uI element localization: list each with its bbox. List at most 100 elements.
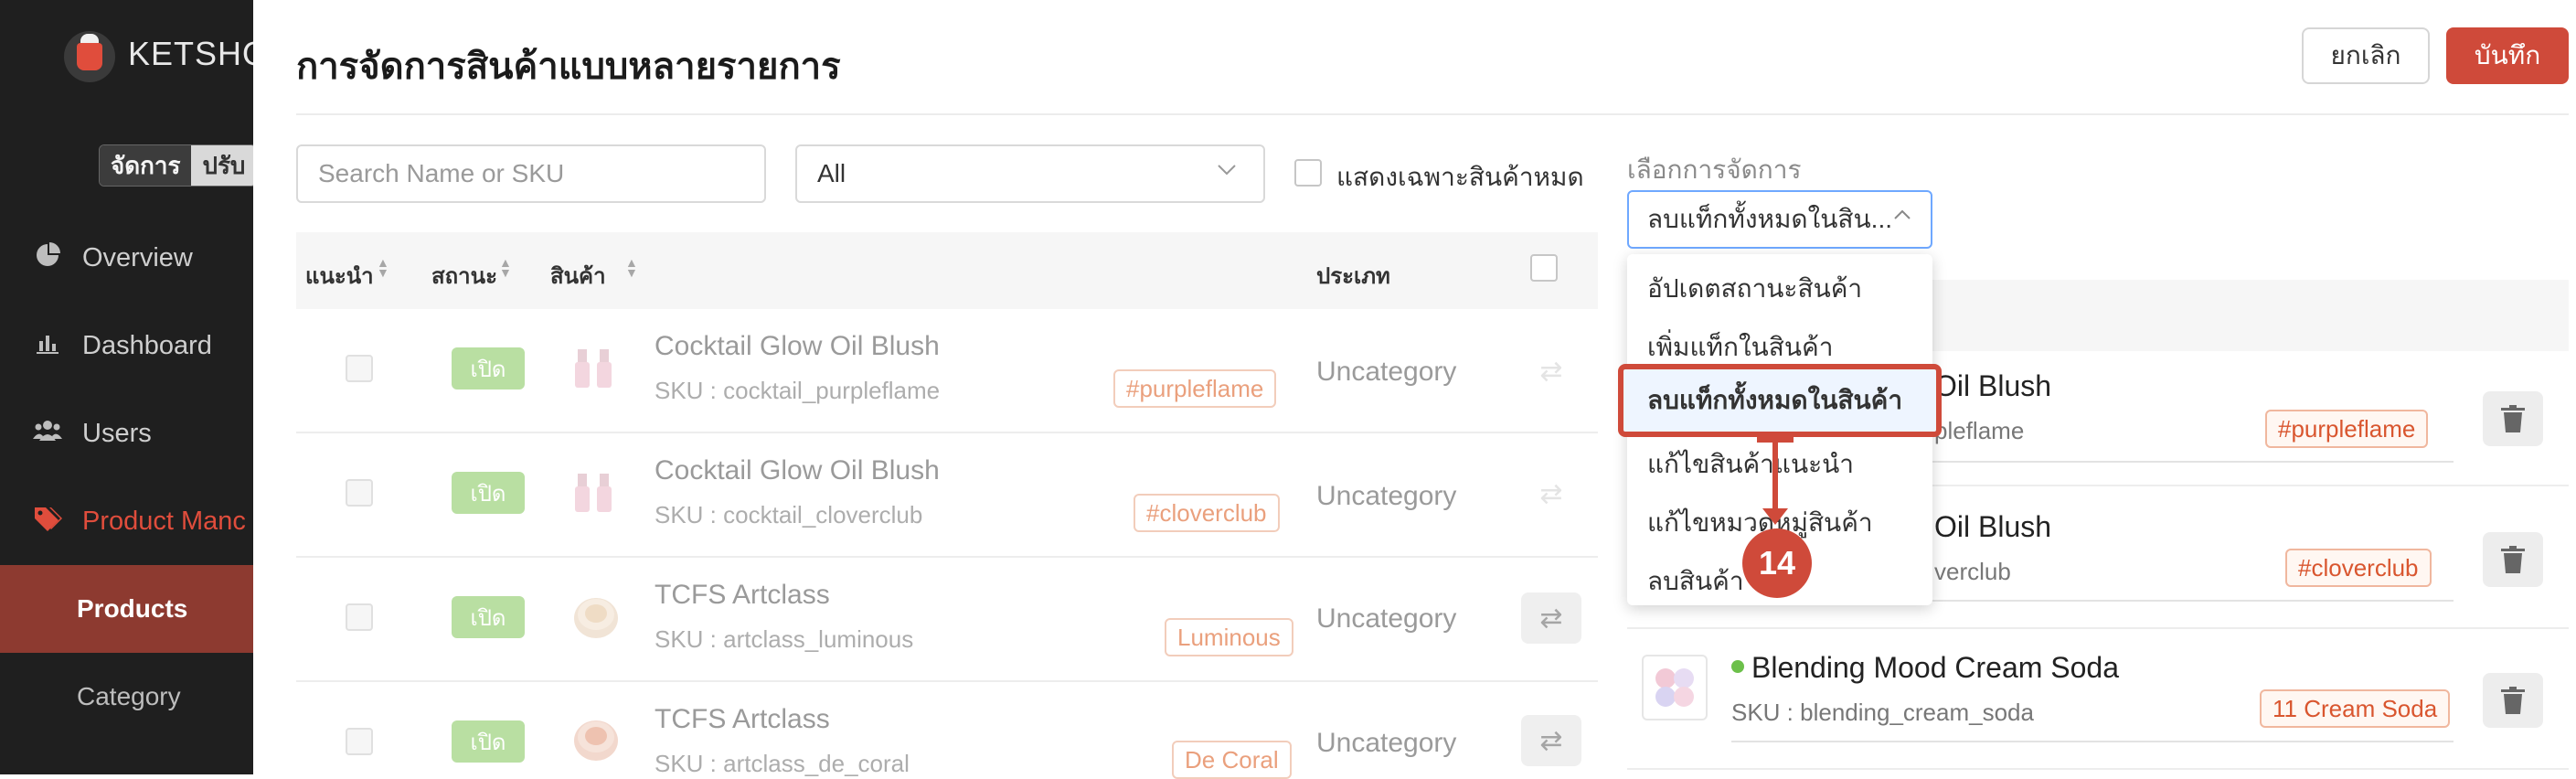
tag-icon bbox=[33, 506, 62, 538]
sidebar-item-users[interactable]: Users bbox=[0, 397, 253, 470]
selected-item-name: Oil Blush bbox=[1934, 369, 2052, 402]
swap-icon[interactable]: ⇄ bbox=[1521, 346, 1581, 397]
product-tag: Luminous bbox=[1165, 618, 1293, 656]
sidebar-subitem-products[interactable]: Products bbox=[0, 565, 253, 653]
sidebar-subitem-category[interactable]: Category bbox=[0, 653, 253, 741]
in-stock-dot-icon bbox=[1731, 660, 1744, 673]
selected-item-name: Oil Blush bbox=[1934, 510, 2052, 543]
selected-item-tag: #cloverclub bbox=[2285, 549, 2432, 587]
product-thumbnail bbox=[567, 710, 625, 768]
sidebar-item-dashboard[interactable]: Dashboard bbox=[0, 309, 253, 382]
chevron-down-icon bbox=[1216, 157, 1238, 187]
action-select[interactable]: ลบแท็กทั้งหมดในสิน... bbox=[1627, 190, 1932, 249]
swap-icon[interactable]: ⇄ bbox=[1521, 468, 1581, 519]
status-badge[interactable]: เปิด bbox=[452, 720, 525, 763]
step-number-badge: 14 bbox=[1742, 528, 1812, 598]
product-name: Cocktail Glow Oil Blush bbox=[655, 331, 940, 361]
out-of-stock-checkbox[interactable] bbox=[1294, 159, 1322, 187]
trash-icon[interactable] bbox=[2483, 673, 2543, 728]
recommend-checkbox[interactable] bbox=[346, 355, 373, 382]
selected-item-sku: pleflame bbox=[1934, 417, 2025, 444]
product-type: Uncategory bbox=[1316, 603, 1457, 634]
sidebar-item-product-management[interactable]: Product Manc bbox=[0, 485, 253, 558]
product-tag: #purpleflame bbox=[1113, 369, 1277, 408]
column-header-recommended[interactable]: แนะนำ bbox=[305, 258, 374, 293]
option-delete-product[interactable]: ลบสินค้า bbox=[1647, 561, 1744, 602]
selected-item-sku: SKU : blending_cream_soda bbox=[1731, 699, 2034, 726]
product-sku: SKU : cocktail_purpleflame bbox=[655, 377, 941, 404]
selected-item-name: Blending Mood Cream Soda bbox=[1751, 651, 2120, 684]
sort-icon[interactable]: ▲ ▼ bbox=[499, 256, 512, 279]
option-add-tag[interactable]: เพิ่มแท็กในสินค้า bbox=[1647, 327, 1833, 368]
recommend-checkbox[interactable] bbox=[346, 479, 373, 507]
search-input[interactable]: Search Name or SKU bbox=[296, 144, 766, 203]
sort-icon[interactable]: ▲ ▼ bbox=[377, 256, 389, 279]
product-type: Uncategory bbox=[1316, 481, 1457, 511]
product-sku: SKU : artclass_de_coral bbox=[655, 750, 910, 777]
option-remove-all-tags[interactable]: ลบแท็กทั้งหมดในสินค้า bbox=[1618, 364, 1942, 437]
sidebar-item-overview[interactable]: Overview bbox=[0, 221, 253, 294]
recommend-checkbox[interactable] bbox=[346, 603, 373, 631]
status-badge[interactable]: เปิด bbox=[452, 347, 525, 390]
row-divider bbox=[1627, 768, 2569, 770]
swap-icon[interactable]: ⇄ bbox=[1521, 592, 1581, 644]
product-type: Uncategory bbox=[1316, 357, 1457, 387]
save-button[interactable]: บันทึก bbox=[2446, 27, 2569, 84]
product-tag: #cloverclub bbox=[1134, 494, 1280, 532]
sidebar-item-label: Product Manc bbox=[82, 506, 246, 536]
selected-item-sku: verclub bbox=[1934, 558, 2011, 585]
row-divider bbox=[1627, 627, 2569, 629]
swap-icon[interactable]: ⇄ bbox=[1521, 715, 1581, 766]
status-badge[interactable]: เปิด bbox=[452, 472, 525, 514]
product-sku: SKU : artclass_luminous bbox=[655, 625, 914, 653]
out-of-stock-label: แสดงเฉพาะสินค้าหมด bbox=[1336, 163, 1584, 191]
cancel-button[interactable]: ยกเลิก bbox=[2302, 27, 2430, 84]
product-thumbnail bbox=[567, 587, 625, 646]
brand-name: KETSHO bbox=[128, 35, 253, 72]
sidebar-item-label: Overview bbox=[82, 242, 193, 272]
mode-adjust-button[interactable]: ปรับ bbox=[191, 145, 253, 186]
product-name: TCFS Artclass bbox=[655, 704, 830, 734]
product-tag: De Coral bbox=[1172, 741, 1292, 779]
row-divider bbox=[296, 556, 1598, 558]
product-type: Uncategory bbox=[1316, 728, 1457, 758]
product-name: TCFS Artclass bbox=[655, 580, 830, 610]
trash-icon[interactable] bbox=[2483, 391, 2543, 446]
mode-manage-button[interactable]: จัดการ bbox=[100, 145, 192, 186]
header-divider bbox=[296, 113, 2569, 115]
row-divider bbox=[296, 680, 1598, 682]
product-thumbnail bbox=[567, 340, 625, 399]
product-thumbnail bbox=[567, 464, 625, 523]
sidebar: KETSHO จัดการ ปรับ Overview Dashboard Us… bbox=[0, 0, 253, 774]
select-all-checkbox[interactable] bbox=[1530, 254, 1558, 282]
annotation-arrow-head bbox=[1762, 508, 1788, 525]
selected-item-tag: #purpleflame bbox=[2265, 410, 2429, 448]
users-icon bbox=[33, 419, 62, 449]
recommend-checkbox[interactable] bbox=[346, 728, 373, 755]
trash-icon[interactable] bbox=[2483, 532, 2543, 587]
annotation-arrow bbox=[1772, 437, 1778, 518]
product-sku: SKU : cocktail_cloverclub bbox=[655, 501, 923, 528]
product-thumbnail bbox=[1642, 655, 1708, 720]
sidebar-item-label: Dashboard bbox=[82, 330, 212, 360]
brand-logo-icon bbox=[64, 31, 115, 82]
product-name: Cocktail Glow Oil Blush bbox=[655, 455, 940, 486]
mode-switch[interactable]: จัดการ ปรับ bbox=[99, 144, 253, 187]
sidebar-item-label: Users bbox=[82, 418, 152, 448]
row-divider bbox=[296, 432, 1598, 433]
action-select-label: เลือกการจัดการ bbox=[1627, 155, 1802, 184]
column-header-type: ประเภท bbox=[1316, 264, 1390, 289]
option-edit-recommended[interactable]: แก้ไขสินค้าแนะนำ bbox=[1647, 444, 1854, 485]
page-title: การจัดการสินค้าแบบหลายรายการ bbox=[296, 47, 841, 87]
option-update-status[interactable]: อัปเดตสถานะสินค้า bbox=[1647, 269, 1862, 309]
column-header-status[interactable]: สถานะ bbox=[431, 258, 497, 293]
selected-item-tag: 11 Cream Soda bbox=[2260, 689, 2451, 728]
pie-chart-icon bbox=[33, 241, 62, 274]
divider bbox=[1731, 741, 2454, 742]
bar-chart-icon bbox=[33, 330, 62, 362]
sort-icon[interactable]: ▲ ▼ bbox=[625, 256, 638, 279]
status-badge[interactable]: เปิด bbox=[452, 596, 525, 638]
column-header-product[interactable]: สินค้า bbox=[550, 258, 606, 293]
chevron-up-icon bbox=[1892, 203, 1912, 231]
filter-select[interactable]: All bbox=[795, 144, 1265, 203]
